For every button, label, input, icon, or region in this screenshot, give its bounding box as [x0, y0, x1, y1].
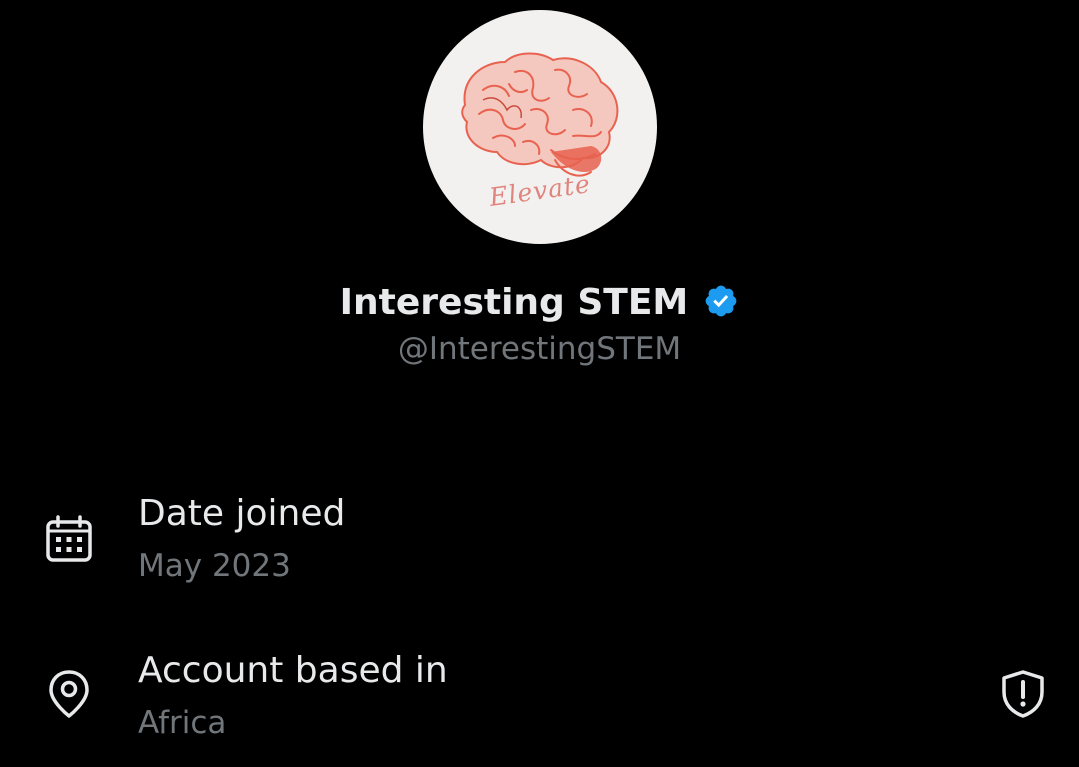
date-joined-label: Date joined	[138, 493, 346, 534]
profile-handle: @InterestingSTEM	[397, 331, 682, 367]
verified-badge-icon[interactable]	[703, 283, 739, 319]
shield-alert-icon[interactable]	[997, 668, 1049, 720]
display-name: Interesting STEM	[339, 282, 689, 323]
account-based-in-label: Account based in	[138, 650, 448, 691]
location-pin-icon	[43, 668, 95, 720]
profile-name: Interesting STEM	[0, 282, 1079, 323]
date-joined-value: May 2023	[138, 548, 291, 584]
profile-avatar[interactable]: Elevate	[423, 10, 657, 244]
calendar-icon	[43, 514, 95, 566]
about-row-account-based-in: Account based in Africa	[0, 647, 1079, 767]
account-based-in-value: Africa	[138, 705, 227, 741]
about-row-date-joined: Date joined May 2023	[0, 490, 1079, 610]
